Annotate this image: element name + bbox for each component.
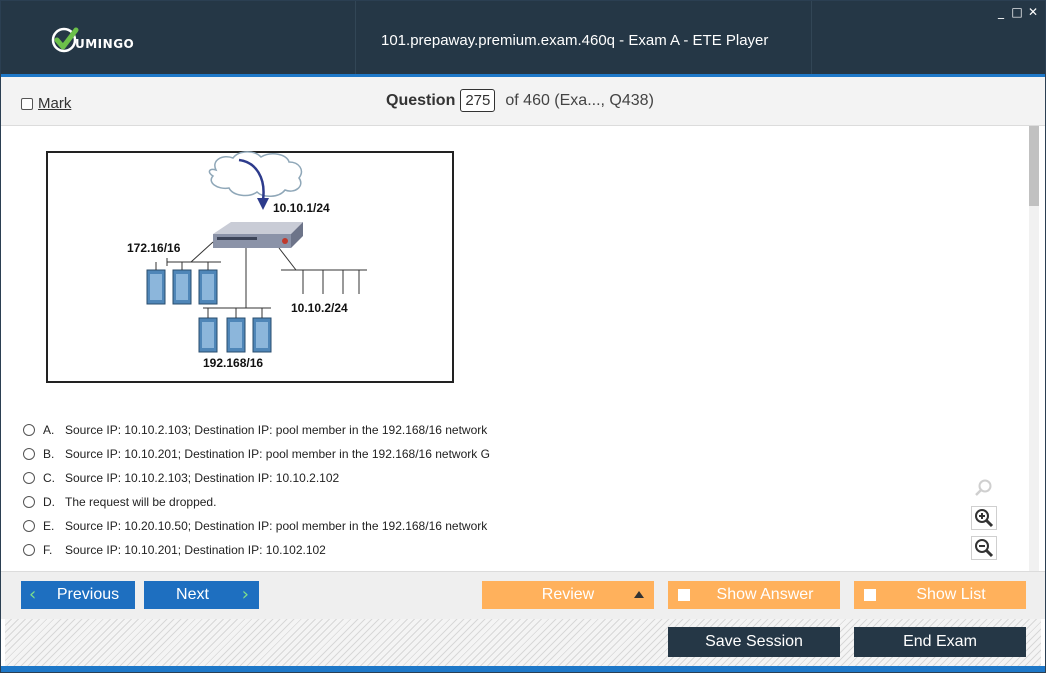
server-icon	[198, 269, 218, 305]
right-network-label: 10.10.2/24	[291, 301, 348, 315]
title-bar: UMINGO 101.prepaway.premium.exam.460q - …	[1, 1, 1045, 77]
scrollbar-thumb[interactable]	[1029, 126, 1039, 206]
window-title: 101.prepaway.premium.exam.460q - Exam A …	[381, 32, 769, 49]
mark-checkbox[interactable]: Mark	[21, 95, 71, 112]
zoom-out-button[interactable]	[971, 536, 997, 560]
chevron-right-icon: ›	[241, 584, 249, 605]
zoom-reset-button[interactable]	[971, 476, 997, 500]
question-info: Question 275 of 460 (Exa..., Q438)	[386, 89, 654, 112]
left-network-label: 172.16/16	[127, 241, 181, 255]
vertical-scrollbar[interactable]	[1029, 126, 1039, 571]
option-text: Source IP: 10.10.2.103; Destination IP: …	[65, 471, 340, 485]
option-text: Source IP: 10.10.201; Destination IP: 10…	[65, 543, 326, 557]
show-list-button[interactable]: Show List	[854, 581, 1026, 609]
app-window: UMINGO 101.prepaway.premium.exam.460q - …	[0, 0, 1046, 673]
zoom-in-icon	[975, 509, 994, 528]
review-label: Review	[541, 586, 595, 603]
review-button[interactable]: Review	[482, 581, 654, 609]
answer-option-e[interactable]: E. Source IP: 10.20.10.50; Destination I…	[23, 514, 490, 538]
server-icon	[172, 269, 192, 305]
mark-label: Mark	[38, 95, 72, 112]
previous-label: Previous	[56, 586, 120, 603]
radio-icon[interactable]	[23, 424, 35, 436]
answer-options: A. Source IP: 10.10.2.103; Destination I…	[23, 418, 490, 562]
network-diagram: 10.10.1/24 172.16/16 10.10.2/24 192.168/…	[46, 151, 454, 383]
footer-bar: Save Session End Exam	[5, 619, 1041, 666]
question-content: 10.10.1/24 172.16/16 10.10.2/24 192.168/…	[1, 126, 1045, 571]
title-divider	[355, 1, 356, 74]
zoom-in-button[interactable]	[971, 506, 997, 530]
navigation-bar: ‹ Previous Next › Review Show Answer Sho…	[1, 571, 1045, 619]
answer-option-a[interactable]: A. Source IP: 10.10.2.103; Destination I…	[23, 418, 490, 442]
triangle-up-icon	[634, 591, 644, 598]
option-letter: B.	[43, 447, 55, 461]
app-logo: UMINGO	[49, 25, 134, 55]
radio-icon[interactable]	[23, 472, 35, 484]
show-list-label: Show List	[916, 586, 986, 603]
show-answer-button[interactable]: Show Answer	[668, 581, 840, 609]
answer-option-c[interactable]: C. Source IP: 10.10.2.103; Destination I…	[23, 466, 490, 490]
option-letter: E.	[43, 519, 55, 533]
radio-icon[interactable]	[23, 544, 35, 556]
magnifier-icon	[975, 479, 992, 496]
previous-button[interactable]: ‹ Previous	[21, 581, 135, 609]
zoom-toolbar	[971, 476, 997, 560]
checkbox-icon[interactable]	[864, 589, 876, 601]
show-answer-label: Show Answer	[716, 586, 814, 603]
bottom-network-label: 192.168/16	[203, 356, 263, 370]
answer-option-f[interactable]: F. Source IP: 10.10.201; Destination IP:…	[23, 538, 490, 562]
option-letter: D.	[43, 495, 55, 509]
server-icon	[226, 317, 246, 353]
option-text: Source IP: 10.10.201; Destination IP: po…	[65, 447, 490, 461]
server-icon	[198, 317, 218, 353]
question-label: Question	[386, 91, 456, 109]
end-exam-button[interactable]: End Exam	[854, 627, 1026, 657]
window-controls: _ □ ✕	[995, 5, 1039, 19]
minimize-button[interactable]: _	[995, 5, 1007, 19]
logo-text: UMINGO	[75, 37, 135, 51]
bottom-accent-bar	[1, 666, 1045, 672]
question-header: Mark Question 275 of 460 (Exa..., Q438)	[1, 77, 1045, 126]
radio-icon[interactable]	[23, 520, 35, 532]
server-icon	[252, 317, 272, 353]
vip-network-label: 10.10.1/24	[273, 201, 330, 215]
option-text: Source IP: 10.10.2.103; Destination IP: …	[65, 423, 488, 437]
radio-icon[interactable]	[23, 448, 35, 460]
chevron-left-icon: ‹	[29, 584, 37, 605]
option-letter: F.	[43, 543, 53, 557]
load-balancer-icon	[213, 222, 303, 248]
title-divider	[811, 1, 812, 74]
checkbox-icon[interactable]	[678, 589, 690, 601]
option-text: Source IP: 10.20.10.50; Destination IP: …	[65, 519, 488, 533]
close-button[interactable]: ✕	[1027, 5, 1039, 19]
answer-option-b[interactable]: B. Source IP: 10.10.201; Destination IP:…	[23, 442, 490, 466]
answer-option-d[interactable]: D. The request will be dropped.	[23, 490, 490, 514]
next-button[interactable]: Next ›	[144, 581, 259, 609]
question-number-input[interactable]: 275	[460, 89, 496, 112]
checkbox-icon[interactable]	[21, 97, 33, 110]
option-letter: A.	[43, 423, 55, 437]
zoom-out-icon	[975, 539, 994, 558]
question-total: of 460 (Exa..., Q438)	[505, 91, 654, 109]
option-letter: C.	[43, 471, 55, 485]
option-text: The request will be dropped.	[65, 495, 217, 509]
save-session-button[interactable]: Save Session	[668, 627, 840, 657]
next-label: Next	[176, 586, 209, 603]
server-icon	[146, 269, 166, 305]
radio-icon[interactable]	[23, 496, 35, 508]
maximize-button[interactable]: □	[1011, 5, 1023, 19]
